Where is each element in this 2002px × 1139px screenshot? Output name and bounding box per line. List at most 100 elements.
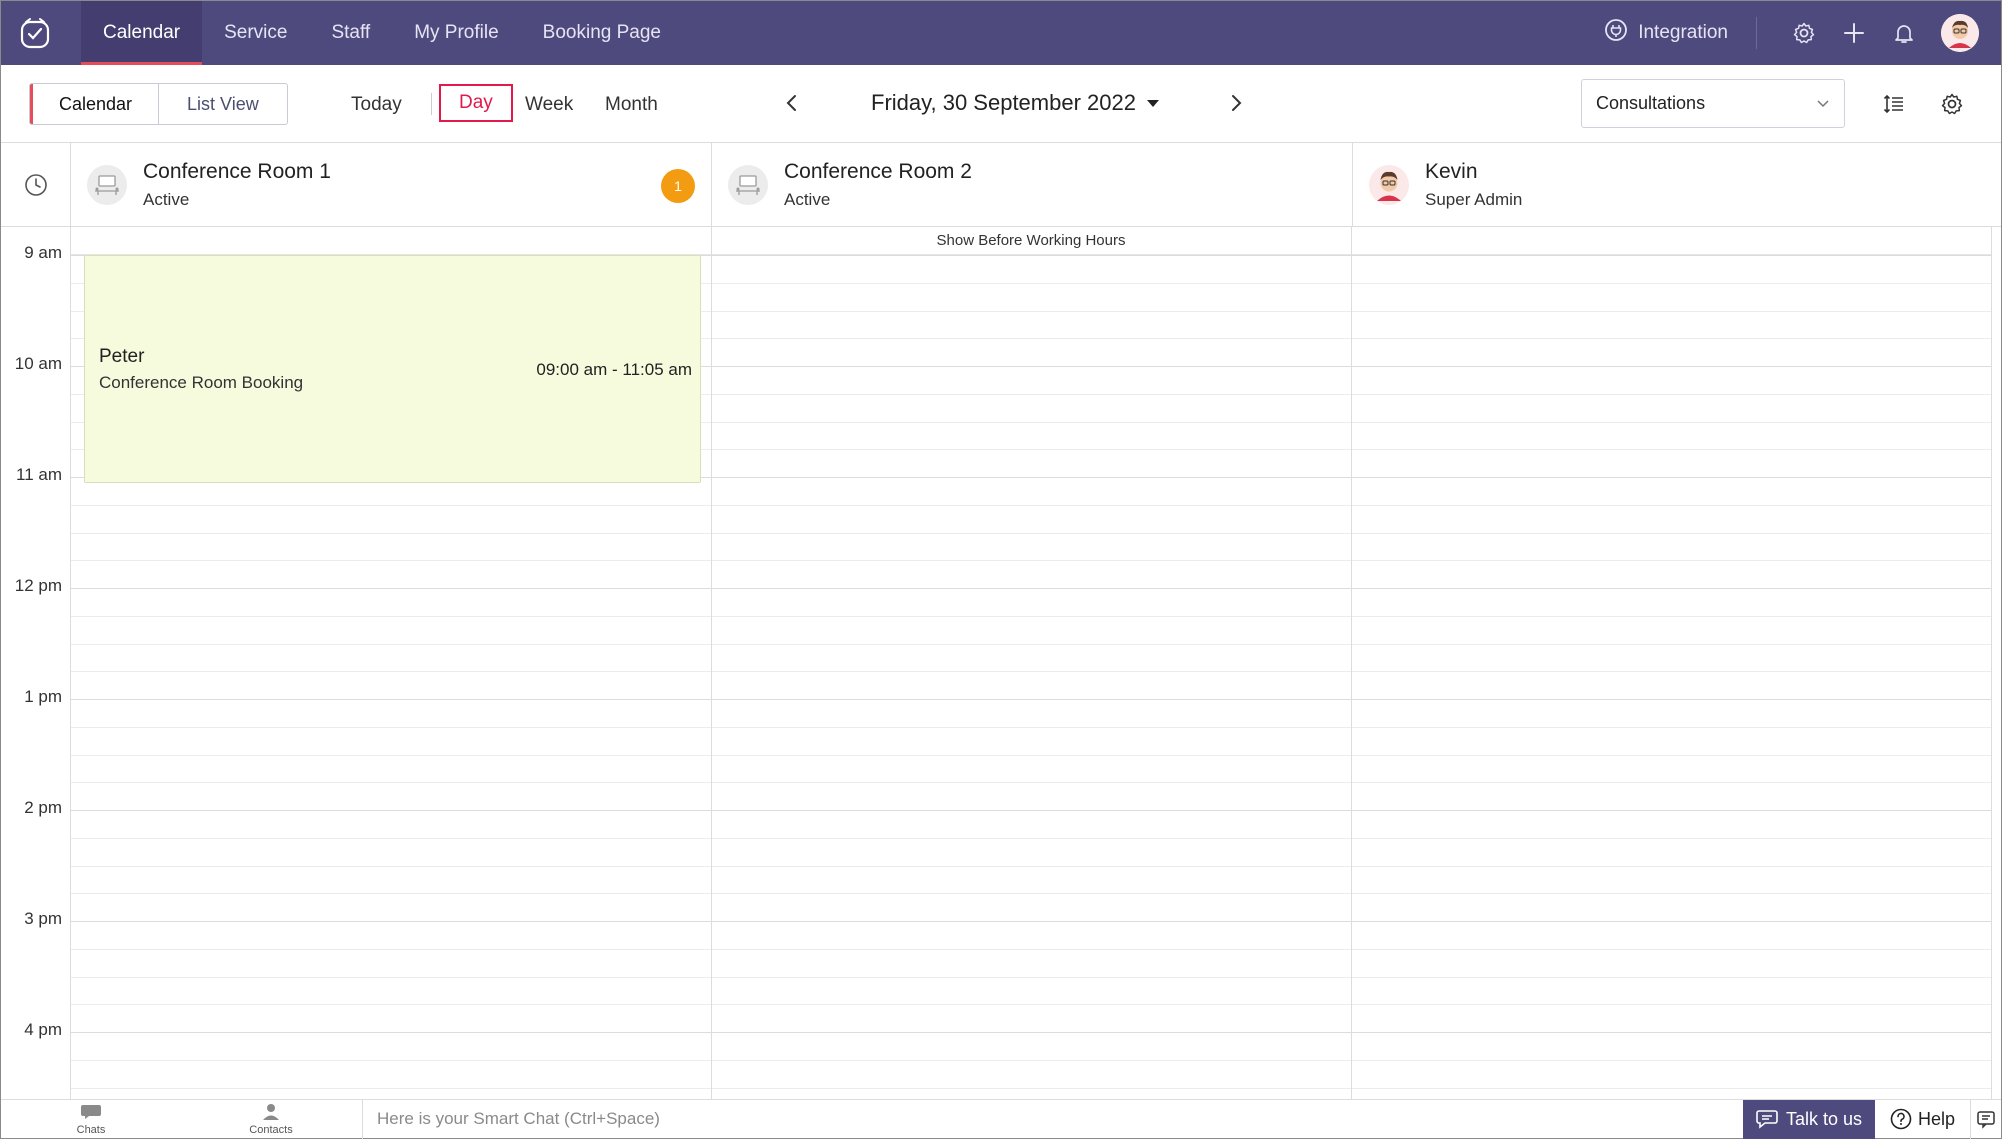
- time-slot-line: [71, 949, 1991, 950]
- add-icon[interactable]: [1829, 1, 1879, 65]
- resource-column-kevin[interactable]: Kevin Super Admin: [1353, 143, 1999, 227]
- app-logo-icon[interactable]: [1, 1, 69, 65]
- talk-to-us-label: Talk to us: [1785, 1108, 1863, 1129]
- column-divider: [1991, 227, 1992, 1099]
- conference-room-icon: [728, 165, 768, 205]
- time-label: 1 pm: [24, 687, 62, 706]
- list-view-button[interactable]: List View: [158, 84, 287, 124]
- time-slot-line: [71, 1060, 1991, 1061]
- column-divider: [1351, 227, 1352, 1099]
- toolbar-divider: [431, 93, 432, 115]
- booking-count-badge: 1: [661, 169, 695, 203]
- help-button[interactable]: Help: [1875, 1099, 1971, 1139]
- time-slot-line: [71, 838, 1991, 839]
- resource-column-conference-room-2[interactable]: Conference Room 2 Active: [712, 143, 1353, 227]
- appointment-customer: Peter: [99, 346, 145, 367]
- time-label: 10 am: [14, 354, 62, 373]
- time-slot-line: [71, 727, 1991, 728]
- contact-person-icon: [261, 1103, 281, 1124]
- time-slot-line: [71, 810, 1991, 811]
- resource-name: Kevin: [1425, 160, 1478, 183]
- day-calendar-grid: 9 am 10 am 11 am 12 pm 1 pm 2 pm 3 pm 4 …: [1, 227, 2001, 1099]
- calendar-toolbar: Calendar List View Today Day Week Month …: [1, 65, 2001, 143]
- next-date-chevron-icon[interactable]: [1221, 87, 1251, 119]
- time-slot-line: [71, 893, 1991, 894]
- contacts-button[interactable]: Contacts: [181, 1100, 361, 1139]
- chevron-down-icon: [1816, 99, 1830, 109]
- week-view-button[interactable]: Week: [525, 89, 573, 121]
- staff-avatar: [1369, 165, 1409, 205]
- time-label: 9 am: [24, 243, 62, 262]
- view-mode-toggle: Calendar List View: [29, 83, 288, 125]
- time-slot-line: [71, 533, 1991, 534]
- today-button[interactable]: Today: [351, 89, 402, 121]
- density-sort-icon[interactable]: [1877, 87, 1911, 121]
- resource-status: Active: [784, 190, 831, 209]
- caret-down-icon: [1146, 98, 1160, 108]
- integration-button[interactable]: Integration: [1604, 18, 1756, 48]
- chats-button[interactable]: Chats: [1, 1100, 181, 1139]
- contacts-label: Contacts: [249, 1123, 293, 1136]
- resource-header: Conference Room 1 Active 1 Conference Ro…: [1, 143, 2001, 227]
- clock-icon: [1, 143, 71, 227]
- nav-service[interactable]: Service: [202, 1, 309, 65]
- service-filter-select[interactable]: Consultations: [1581, 79, 1845, 128]
- chats-label: Chats: [76, 1123, 106, 1136]
- help-label: Help: [1917, 1108, 1956, 1129]
- time-label: 12 pm: [14, 576, 62, 595]
- current-date-label: Friday, 30 September 2022: [871, 90, 1136, 115]
- help-question-icon: [1890, 1108, 1912, 1130]
- nav-my-profile[interactable]: My Profile: [392, 1, 520, 65]
- time-slot-line: [71, 921, 1991, 922]
- date-picker-button[interactable]: Friday, 30 September 2022: [871, 85, 1160, 121]
- day-view-button[interactable]: Day: [439, 84, 513, 122]
- smart-chat-input[interactable]: Here is your Smart Chat (Ctrl+Space): [363, 1100, 1743, 1139]
- nav-divider: [1756, 17, 1757, 49]
- show-before-working-hours-link[interactable]: Show Before Working Hours: [71, 227, 1991, 255]
- time-slot-line: [71, 866, 1991, 867]
- notification-bell-icon[interactable]: [1879, 1, 1929, 65]
- chat-icon: [1756, 1109, 1778, 1129]
- top-navigation: Calendar Service Staff My Profile Bookin…: [1, 1, 2001, 65]
- time-slot-line: [71, 1088, 1991, 1089]
- resource-name: Conference Room 2: [784, 160, 972, 183]
- time-label: 2 pm: [24, 798, 62, 817]
- column-divider: [711, 227, 712, 1099]
- time-slot-line: [71, 644, 1991, 645]
- time-slot-line: [71, 782, 1991, 783]
- time-slot-line: [71, 1004, 1991, 1005]
- time-slot-line: [71, 755, 1991, 756]
- time-label: 11 am: [16, 465, 62, 484]
- appointment-time: 09:00 am - 11:05 am: [536, 360, 692, 379]
- appointment-service: Conference Room Booking: [99, 373, 304, 392]
- service-filter-value: Consultations: [1596, 93, 1706, 113]
- integration-icon: [1604, 18, 1628, 48]
- nav-booking-page[interactable]: Booking Page: [521, 1, 683, 65]
- previous-date-chevron-icon[interactable]: [777, 87, 807, 119]
- nav-calendar[interactable]: Calendar: [81, 1, 203, 65]
- bottom-bar: Chats Contacts Here is your Smart Chat (…: [1, 1099, 2001, 1139]
- appointment-card[interactable]: Peter Conference Room Booking 09:00 am -…: [84, 255, 701, 483]
- time-slot-line: [71, 671, 1991, 672]
- integration-label: Integration: [1638, 22, 1728, 43]
- time-slot-line: [71, 505, 1991, 506]
- resource-name: Conference Room 1: [143, 160, 331, 183]
- resource-info: Conference Room 2 Active: [784, 160, 972, 210]
- user-avatar[interactable]: [1941, 14, 1979, 52]
- time-label: 4 pm: [24, 1020, 62, 1039]
- time-slot-line: [71, 588, 1991, 589]
- resource-info: Kevin Super Admin: [1425, 160, 1522, 210]
- calendar-settings-icon[interactable]: [1935, 87, 1969, 121]
- resource-column-conference-room-1[interactable]: Conference Room 1 Active 1: [71, 143, 712, 227]
- settings-icon[interactable]: [1779, 1, 1829, 65]
- time-slot-line: [71, 699, 1991, 700]
- feedback-icon[interactable]: [1971, 1100, 2001, 1139]
- chat-bubble-icon: [80, 1103, 102, 1124]
- talk-to-us-button[interactable]: Talk to us: [1743, 1099, 1875, 1139]
- nav-staff[interactable]: Staff: [309, 1, 392, 65]
- time-slot-line: [71, 1032, 1991, 1033]
- time-slot-line: [71, 977, 1991, 978]
- month-view-button[interactable]: Month: [605, 89, 658, 121]
- time-axis: 9 am 10 am 11 am 12 pm 1 pm 2 pm 3 pm 4 …: [1, 227, 71, 1099]
- calendar-view-button[interactable]: Calendar: [30, 84, 158, 124]
